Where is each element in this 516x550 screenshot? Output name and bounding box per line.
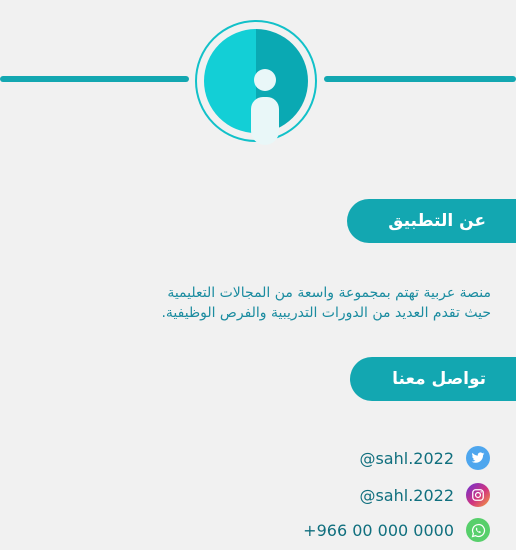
contact-twitter[interactable]: @sahl.2022 — [359, 445, 490, 471]
contact-instagram[interactable]: @sahl.2022 — [359, 482, 490, 508]
whatsapp-icon[interactable] — [466, 518, 490, 542]
header-divider-left — [0, 76, 189, 82]
about-description: منصة عربية تهتم بمجموعة واسعة من المجالا… — [81, 283, 491, 323]
header-divider-right — [324, 76, 516, 82]
contact-whatsapp[interactable]: +966 00 000 0000 — [303, 517, 490, 543]
instagram-handle[interactable]: @sahl.2022 — [359, 486, 454, 505]
info-icon — [195, 20, 317, 145]
contact-section-title: تواصل معنا — [350, 357, 516, 401]
about-description-line-1: منصة عربية تهتم بمجموعة واسعة من المجالا… — [167, 285, 491, 301]
twitter-icon[interactable] — [466, 446, 490, 470]
instagram-icon[interactable] — [466, 483, 490, 507]
about-section-title: عن التطبيق — [347, 199, 516, 243]
info-icon-disc — [204, 29, 308, 145]
twitter-handle[interactable]: @sahl.2022 — [359, 449, 454, 468]
info-icon-stem — [251, 97, 279, 145]
whatsapp-number[interactable]: +966 00 000 0000 — [303, 521, 454, 540]
info-icon-dot — [254, 69, 276, 91]
about-description-line-2: حيث تقدم العديد من الدورات التدريبية وال… — [161, 305, 491, 321]
